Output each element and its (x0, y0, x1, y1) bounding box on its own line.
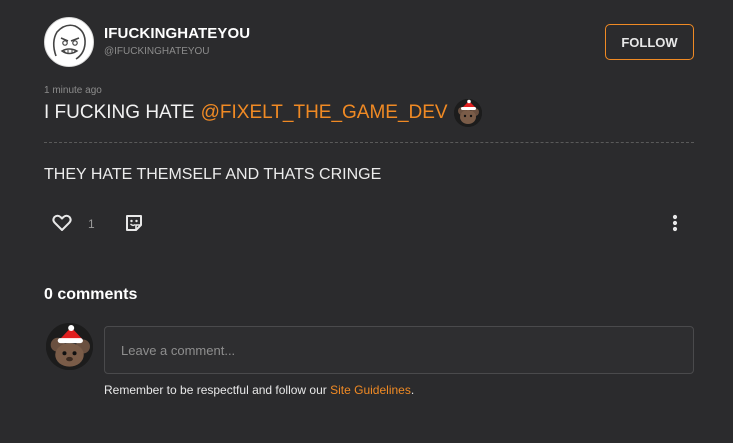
guidelines-notice: Remember to be respectful and follow our… (104, 383, 414, 397)
heart-icon[interactable] (52, 214, 72, 232)
post-title: I FUCKING HATE @FIXELT_THE_GAME_DEV (44, 99, 482, 127)
mention-avatar[interactable] (453, 99, 482, 127)
post-divider (44, 142, 694, 143)
reaction-sticker-icon[interactable] (124, 213, 144, 233)
post-timestamp: 1 minute ago (44, 85, 102, 96)
guidelines-text: Remember to be respectful and follow our (104, 383, 331, 397)
follow-button[interactable]: FOLLOW (605, 24, 694, 60)
author-handle: @IFUCKINGHATEYOU (104, 46, 210, 57)
post-body: THEY HATE THEMSELF AND THATS CRINGE (44, 166, 382, 183)
rage-face-avatar-icon (52, 24, 86, 60)
like-count: 1 (88, 217, 95, 231)
user-mention-link[interactable]: @FIXELT_THE_GAME_DEV (201, 102, 448, 124)
comments-heading: 0 comments (44, 286, 138, 303)
guidelines-period: . (410, 383, 415, 397)
bear-santa-hat-avatar-icon (46, 323, 93, 370)
more-vertical-icon[interactable] (666, 212, 684, 236)
author-name[interactable]: IFUCKINGHATEYOU (104, 25, 250, 42)
site-guidelines-link[interactable]: Site Guidelines (330, 383, 411, 397)
post-title-text: I FUCKING HATE (44, 102, 195, 123)
author-avatar[interactable] (44, 17, 94, 67)
bear-santa-hat-avatar-icon (453, 99, 482, 127)
comment-input[interactable] (104, 326, 694, 374)
current-user-avatar (46, 323, 93, 370)
